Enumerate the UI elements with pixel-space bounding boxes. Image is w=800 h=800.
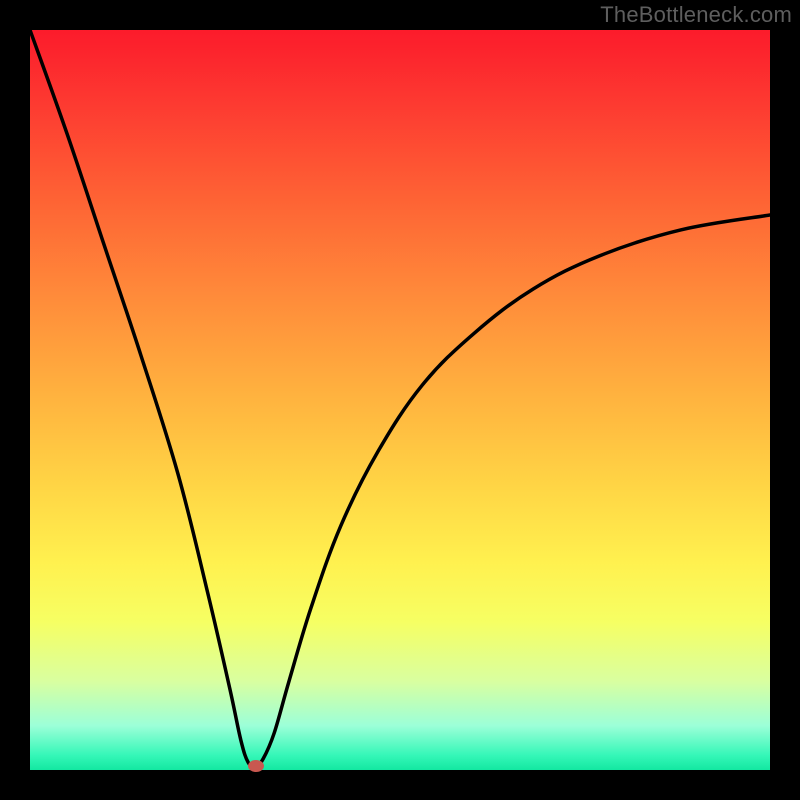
- bottleneck-curve-path: [30, 30, 770, 767]
- minimum-marker: [248, 760, 264, 772]
- watermark-text: TheBottleneck.com: [600, 2, 792, 28]
- plot-area: [30, 30, 770, 770]
- chart-stage: TheBottleneck.com: [0, 0, 800, 800]
- curve-svg: [30, 30, 770, 770]
